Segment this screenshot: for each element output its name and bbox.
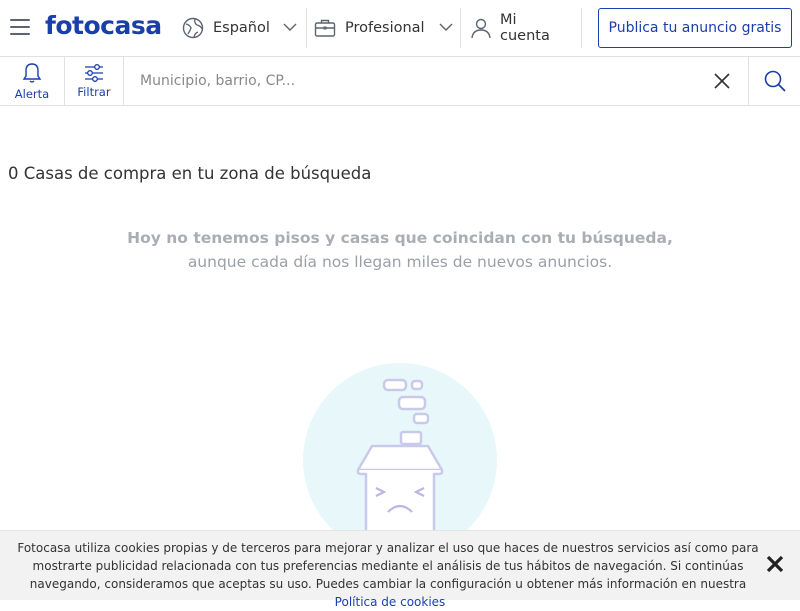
hamburger-icon[interactable] xyxy=(10,19,30,37)
filter-button[interactable]: Filtrar xyxy=(65,57,124,105)
cookie-notice-text: Fotocasa utiliza cookies propias y de te… xyxy=(10,539,766,611)
language-label: Español xyxy=(213,20,270,36)
briefcase-icon xyxy=(314,19,336,37)
chevron-down-icon xyxy=(439,23,453,31)
bell-icon xyxy=(22,62,42,83)
cookie-message: Fotocasa utiliza cookies propias y de te… xyxy=(17,541,759,591)
filter-label: Filtrar xyxy=(77,84,111,99)
professional-label: Profesional xyxy=(345,20,425,36)
globe-icon xyxy=(182,17,204,39)
my-account-link[interactable]: Mi cuenta xyxy=(470,8,570,48)
header-divider xyxy=(581,8,582,48)
empty-results-message: Hoy no tenemos pisos y casas que coincid… xyxy=(0,226,800,274)
search-icon xyxy=(764,70,786,92)
search-bar: Alerta Filtrar xyxy=(0,57,800,106)
search-button[interactable] xyxy=(748,57,800,105)
close-icon[interactable] xyxy=(764,553,786,575)
header-divider xyxy=(460,8,461,48)
location-search-input[interactable] xyxy=(124,57,704,105)
alert-label: Alerta xyxy=(14,86,50,101)
language-selector[interactable]: Español xyxy=(182,8,300,48)
empty-message-line1: Hoy no tenemos pisos y casas que coincid… xyxy=(127,229,673,247)
empty-message-line2: aunque cada día nos llegan miles de nuev… xyxy=(187,253,613,271)
publish-ad-button[interactable]: Publica tu anuncio gratis xyxy=(598,8,792,48)
account-label: Mi cuenta xyxy=(500,12,550,44)
alert-button[interactable]: Alerta xyxy=(0,57,65,105)
chevron-down-icon xyxy=(283,23,297,31)
user-icon xyxy=(471,18,491,39)
professional-selector[interactable]: Profesional xyxy=(314,8,454,48)
cookie-policy-link[interactable]: Política de cookies xyxy=(335,595,446,609)
fotocasa-logo[interactable]: fotocasa xyxy=(45,11,162,40)
close-icon[interactable] xyxy=(712,71,732,91)
top-header: fotocasa Español Profesional Mi cuenta P… xyxy=(0,0,800,57)
sliders-icon xyxy=(85,63,103,82)
header-divider xyxy=(306,8,307,48)
cookie-banner: Fotocasa utiliza cookies propias y de te… xyxy=(0,530,800,609)
results-title: 0 Casas de compra en tu zona de búsqueda xyxy=(8,164,372,183)
